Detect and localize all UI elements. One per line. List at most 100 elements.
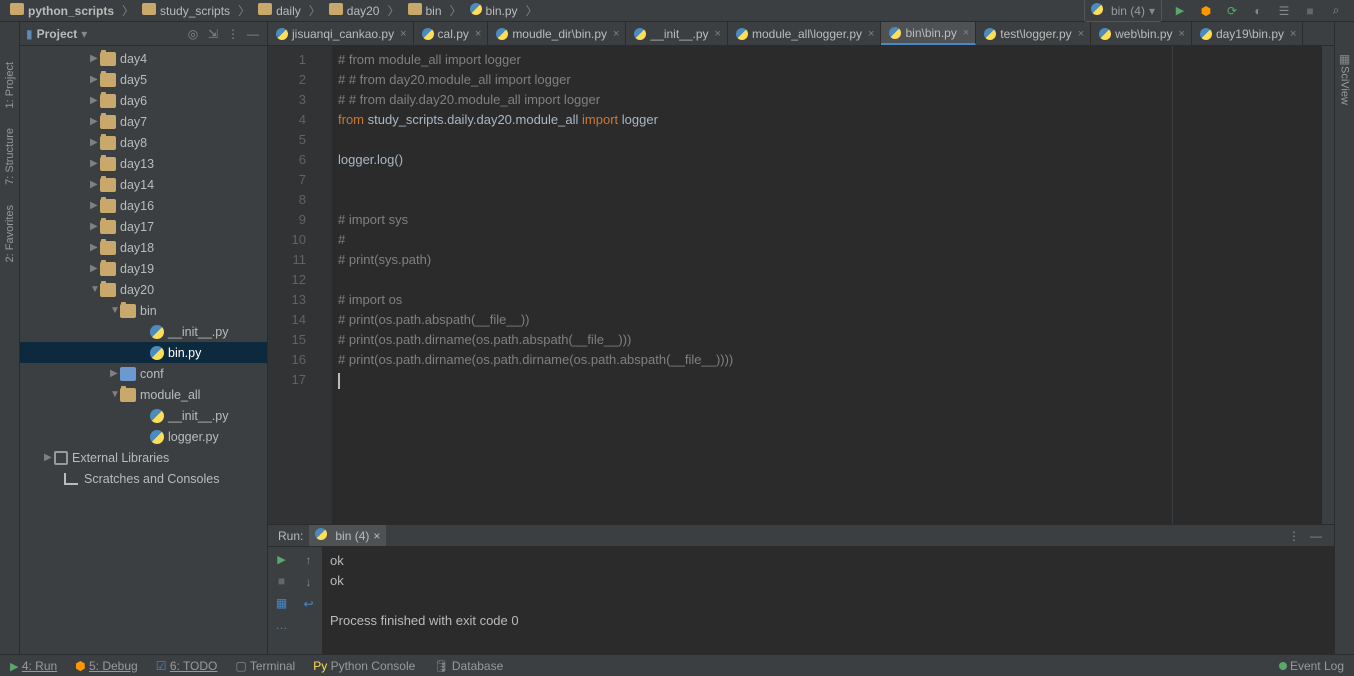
- left-tool-strip: 1: Project 7: Structure 2: Favorites: [0, 22, 20, 654]
- editor-tab[interactable]: bin\bin.py×: [881, 22, 976, 45]
- stop-button[interactable]: ■: [1302, 3, 1318, 19]
- project-title[interactable]: Project: [37, 27, 78, 41]
- coverage-icon[interactable]: ⟳: [1224, 3, 1240, 19]
- folder-icon: ▮: [26, 27, 33, 41]
- close-icon[interactable]: ×: [868, 28, 874, 40]
- settings-icon[interactable]: ⋮: [225, 26, 241, 42]
- run-hide-icon[interactable]: —: [1308, 528, 1324, 544]
- db-tool-icon[interactable]: ▦: [1339, 52, 1350, 66]
- project-tree[interactable]: ▶day4▶day5▶day6▶day7▶day8▶day13▶day14▶da…: [20, 46, 267, 654]
- collapse-icon[interactable]: ⇲: [205, 26, 221, 42]
- tree-node[interactable]: ▶day4: [20, 48, 267, 69]
- close-icon[interactable]: ×: [613, 28, 619, 40]
- tool-structure[interactable]: 7: Structure: [4, 128, 16, 185]
- tree-node[interactable]: ▶day7: [20, 111, 267, 132]
- tree-node[interactable]: ▶day13: [20, 153, 267, 174]
- breadcrumb-item[interactable]: bin.py: [470, 3, 518, 18]
- step-icon[interactable]: ☰: [1276, 3, 1292, 19]
- close-icon[interactable]: ×: [475, 28, 481, 40]
- run-settings-icon[interactable]: ⋮: [1286, 528, 1302, 544]
- scroll-minimap[interactable]: [1322, 46, 1334, 524]
- tree-node[interactable]: ▶day18: [20, 237, 267, 258]
- close-icon[interactable]: ×: [715, 28, 721, 40]
- rerun-button[interactable]: ▶: [277, 553, 285, 566]
- breadcrumb-item[interactable]: study_scripts: [142, 3, 230, 18]
- tool-project[interactable]: 1: Project: [4, 62, 16, 108]
- run-toolbar: ▶ ■ ▦ … ↑ ↓ ↩: [268, 547, 322, 654]
- tool-favorites[interactable]: 2: Favorites: [4, 205, 16, 262]
- close-icon[interactable]: ×: [1078, 28, 1084, 40]
- status-pyconsole[interactable]: Py Python Console: [313, 659, 415, 673]
- editor-tab[interactable]: test\logger.py×: [976, 22, 1091, 45]
- tree-node[interactable]: ▼bin: [20, 300, 267, 321]
- chevron-down-icon[interactable]: ▾: [81, 27, 87, 41]
- editor-tab[interactable]: jisuanqi_cankao.py×: [268, 22, 414, 45]
- editor-tab[interactable]: cal.py×: [414, 22, 489, 45]
- status-debug[interactable]: ⬢ 5: Debug: [75, 659, 138, 673]
- chevron-down-icon: ▾: [1149, 4, 1155, 18]
- project-panel: ▮ Project ▾ ◎ ⇲ ⋮ — ▶day4▶day5▶day6▶day7…: [20, 22, 268, 654]
- tree-node[interactable]: ▶day16: [20, 195, 267, 216]
- status-run[interactable]: ▶ 4: Run: [10, 659, 57, 673]
- navigation-bar: python_scripts〉study_scripts〉daily〉day20…: [0, 0, 1354, 22]
- more-icon[interactable]: …: [276, 618, 288, 632]
- tree-node[interactable]: Scratches and Consoles: [20, 468, 267, 489]
- search-icon[interactable]: ⌕: [1328, 3, 1344, 19]
- profile-icon[interactable]: ◐: [1250, 3, 1266, 19]
- wrap-icon[interactable]: ↩: [303, 597, 313, 611]
- tree-node[interactable]: ▶day14: [20, 174, 267, 195]
- run-output[interactable]: okok Process finished with exit code 0: [322, 547, 1334, 654]
- breadcrumb-item[interactable]: day20: [329, 3, 380, 18]
- tree-node[interactable]: ▶day6: [20, 90, 267, 111]
- code-area[interactable]: # from module_all import logger# # from …: [332, 46, 1322, 524]
- locate-icon[interactable]: ◎: [185, 26, 201, 42]
- tool-sciview[interactable]: SciView: [1339, 66, 1351, 105]
- editor-tabs: jisuanqi_cankao.py×cal.py×moudle_dir\bin…: [268, 22, 1334, 46]
- tree-node[interactable]: ▼day20: [20, 279, 267, 300]
- tree-node[interactable]: ▶day19: [20, 258, 267, 279]
- status-database[interactable]: 🛢 Database: [433, 659, 503, 673]
- tree-node[interactable]: ▶External Libraries: [20, 447, 267, 468]
- right-tool-strip: ▦ SciView: [1334, 22, 1354, 654]
- breadcrumb: python_scripts〉study_scripts〉daily〉day20…: [10, 2, 1084, 19]
- tree-node[interactable]: ▼module_all: [20, 384, 267, 405]
- editor-tab[interactable]: web\bin.py×: [1091, 22, 1192, 45]
- tree-node[interactable]: ▶day8: [20, 132, 267, 153]
- tree-node[interactable]: ▶conf: [20, 363, 267, 384]
- down-icon[interactable]: ↓: [306, 575, 312, 589]
- run-tab[interactable]: bin (4) ×: [309, 525, 386, 546]
- layout-icon[interactable]: ▦: [276, 596, 287, 610]
- editor-tab[interactable]: module_all\logger.py×: [728, 22, 882, 45]
- debug-button[interactable]: ⬢: [1198, 3, 1214, 19]
- run-button[interactable]: ▶: [1172, 3, 1188, 19]
- editor-tab[interactable]: moudle_dir\bin.py×: [488, 22, 626, 45]
- tree-node[interactable]: __init__.py: [20, 321, 267, 342]
- line-gutter: 1234567891011121314151617: [268, 46, 318, 524]
- status-terminal[interactable]: ▢ Terminal: [235, 659, 295, 673]
- hide-icon[interactable]: —: [245, 26, 261, 42]
- tree-node[interactable]: ▶day5: [20, 69, 267, 90]
- close-icon[interactable]: ×: [400, 28, 406, 40]
- close-icon[interactable]: ×: [1179, 28, 1185, 40]
- code-editor[interactable]: 1234567891011121314151617 # from module_…: [268, 46, 1334, 524]
- tree-node[interactable]: bin.py: [20, 342, 267, 363]
- breadcrumb-item[interactable]: bin: [408, 3, 442, 18]
- tree-node[interactable]: ▶day17: [20, 216, 267, 237]
- tree-node[interactable]: logger.py: [20, 426, 267, 447]
- status-todo[interactable]: ☑ 6: TODO: [156, 659, 218, 673]
- run-config-label: bin (4): [1111, 4, 1145, 18]
- tree-node[interactable]: __init__.py: [20, 405, 267, 426]
- run-config-selector[interactable]: bin (4) ▾: [1084, 0, 1162, 22]
- close-icon[interactable]: ×: [1290, 28, 1296, 40]
- run-tool-window: Run: bin (4) × ⋮ — ▶ ■ ▦ …: [268, 524, 1334, 654]
- event-log[interactable]: Event Log: [1279, 659, 1344, 673]
- close-icon[interactable]: ×: [373, 529, 380, 543]
- editor-tab[interactable]: __init__.py×: [626, 22, 727, 45]
- editor-tab[interactable]: day19\bin.py×: [1192, 22, 1304, 45]
- fold-column: [318, 46, 332, 524]
- breadcrumb-item[interactable]: daily: [258, 3, 301, 18]
- stop-icon[interactable]: ■: [278, 574, 285, 588]
- up-icon[interactable]: ↑: [306, 553, 312, 567]
- close-icon[interactable]: ×: [963, 27, 969, 39]
- breadcrumb-item[interactable]: python_scripts: [10, 3, 114, 18]
